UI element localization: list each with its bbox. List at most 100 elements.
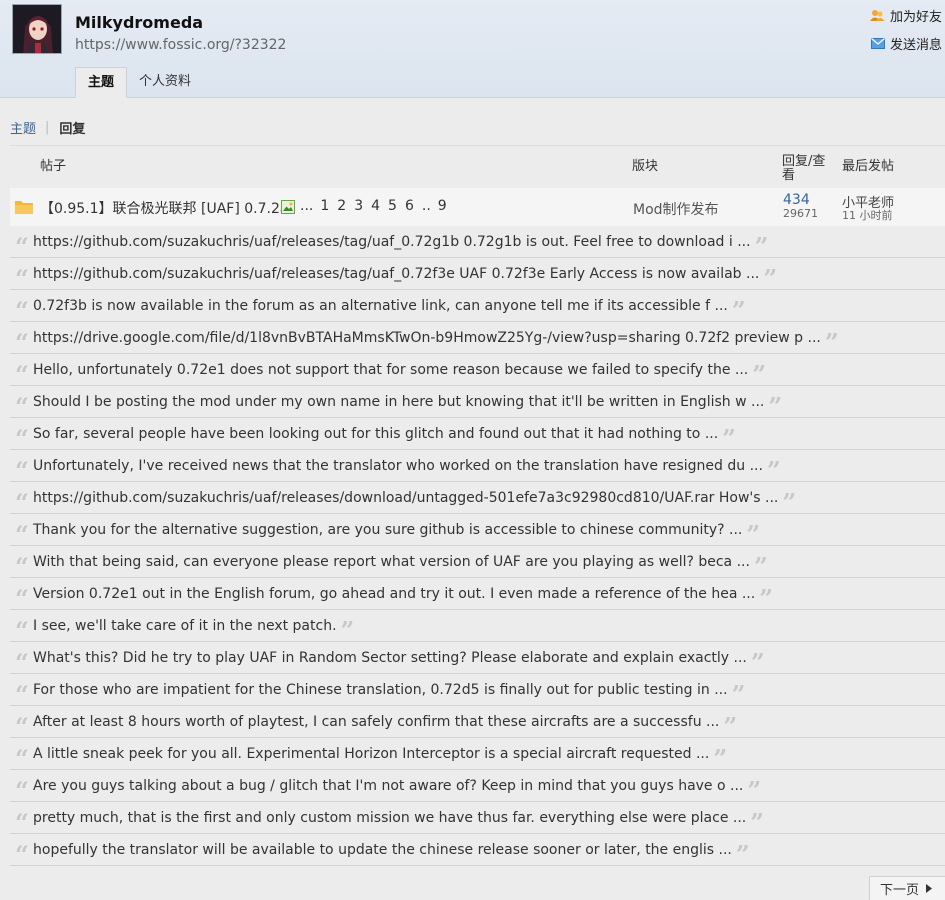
header-stats: 回复/查看 <box>782 154 826 183</box>
reply-link[interactable]: Unfortunately, I've received news that t… <box>33 458 763 474</box>
reply-link[interactable]: Are you guys talking about a bug / glitc… <box>33 778 743 794</box>
page-link-6[interactable]: 6 <box>405 198 414 214</box>
send-message-link[interactable]: 发送消息 <box>870 34 942 53</box>
close-quote-icon: ” <box>723 711 738 738</box>
subnav-topics-link[interactable]: 主题 <box>10 118 36 137</box>
reply-item: “0.72f3b is now available in the forum a… <box>10 290 945 322</box>
reply-list: “https://github.com/suzakuchris/uaf/rele… <box>10 226 945 866</box>
reply-item: “Unfortunately, I've received news that … <box>10 450 945 482</box>
reply-link[interactable]: https://github.com/suzakuchris/uaf/relea… <box>33 234 751 250</box>
open-quote-icon: “ <box>15 647 29 674</box>
page-ellipsis: ... <box>300 198 314 214</box>
open-quote-icon: “ <box>15 519 29 546</box>
reply-link[interactable]: https://drive.google.com/file/d/1l8vnBvB… <box>33 330 821 346</box>
open-quote-icon: “ <box>15 775 29 802</box>
close-quote-icon: ” <box>340 615 355 642</box>
next-page-button[interactable]: 下一页 <box>869 876 945 900</box>
open-quote-icon: “ <box>15 583 29 610</box>
folder-icon <box>15 201 33 214</box>
close-quote-icon: ” <box>824 327 839 354</box>
send-message-label: 发送消息 <box>889 38 942 53</box>
open-quote-icon: “ <box>15 327 29 354</box>
reply-item: “For those who are impatient for the Chi… <box>10 674 945 706</box>
subnav-replies-link[interactable]: 回复 <box>59 118 85 137</box>
reply-link[interactable]: Version 0.72e1 out in the English forum,… <box>33 586 755 602</box>
page-link-4[interactable]: 4 <box>371 198 380 214</box>
add-friend-link[interactable]: 加为好友 <box>869 6 942 25</box>
open-quote-icon: “ <box>15 807 29 834</box>
open-quote-icon: “ <box>15 391 29 418</box>
reply-link[interactable]: https://github.com/suzakuchris/uaf/relea… <box>33 490 778 506</box>
reply-link[interactable]: pretty much, that is the first and only … <box>33 810 746 826</box>
reply-item: “A little sneak peek for you all. Experi… <box>10 738 945 770</box>
tab-topics[interactable]: 主题 <box>75 67 128 98</box>
avatar-image <box>13 5 61 53</box>
thread-forum-link[interactable]: Mod制作发布 <box>633 199 719 219</box>
page-link-2[interactable]: 2 <box>337 198 346 214</box>
thread-title-link[interactable]: 【0.95.1】联合极光联邦 [UAF] 0.7.2a <box>40 198 288 218</box>
open-quote-icon: “ <box>15 615 29 642</box>
open-quote-icon: “ <box>15 711 29 738</box>
page-link-3[interactable]: 3 <box>354 198 363 214</box>
close-quote-icon: ” <box>754 231 769 258</box>
add-friend-label: 加为好友 <box>889 10 942 25</box>
image-attachment-icon <box>281 200 295 214</box>
close-quote-icon: ” <box>750 647 765 674</box>
header-last-post: 最后发帖 <box>842 159 895 174</box>
tab-profile[interactable]: 个人资料 <box>127 67 203 98</box>
reply-link[interactable]: So far, several people have been looking… <box>33 426 718 442</box>
page-ellipsis: .. <box>421 198 431 214</box>
close-quote-icon: ” <box>752 359 767 386</box>
reply-item: “Version 0.72e1 out in the English forum… <box>10 578 945 610</box>
reply-item: “Hello, unfortunately 0.72e1 does not su… <box>10 354 945 386</box>
reply-link[interactable]: hopefully the translator will be availab… <box>33 842 732 858</box>
page-link-1[interactable]: 1 <box>320 198 329 214</box>
close-quote-icon: ” <box>782 487 797 514</box>
open-quote-icon: “ <box>15 423 29 450</box>
header-post: 帖子 <box>40 159 67 174</box>
open-quote-icon: “ <box>15 263 29 290</box>
reply-link[interactable]: Should I be posting the mod under my own… <box>33 394 764 410</box>
reply-link[interactable]: 0.72f3b is now available in the forum as… <box>33 298 728 314</box>
close-quote-icon: ” <box>722 423 736 450</box>
reply-link[interactable]: I see, we'll take care of it in the next… <box>33 618 337 634</box>
open-quote-icon: “ <box>15 455 29 482</box>
open-quote-icon: “ <box>15 743 29 770</box>
reply-item: “https://drive.google.com/file/d/1l8vnBv… <box>10 322 945 354</box>
reply-item: “hopefully the translator will be availa… <box>10 834 945 866</box>
reply-item: “What's this? Did he try to play UAF in … <box>10 642 945 674</box>
reply-item: “Should I be posting the mod under my ow… <box>10 386 945 418</box>
reply-link[interactable]: After at least 8 hours worth of playtest… <box>33 714 719 730</box>
chevron-right-icon <box>926 884 933 893</box>
reply-link[interactable]: Hello, unfortunately 0.72e1 does not sup… <box>33 362 748 378</box>
thread-reply-count[interactable]: 434 <box>783 192 810 208</box>
avatar[interactable] <box>12 4 62 54</box>
profile-url[interactable]: https://www.fossic.org/?32322 <box>75 37 286 53</box>
reply-link[interactable]: For those who are impatient for the Chin… <box>33 682 728 698</box>
reply-link[interactable]: With that being said, can everyone pleas… <box>33 554 750 570</box>
close-quote-icon: ” <box>731 295 746 322</box>
reply-item: “After at least 8 hours worth of playtes… <box>10 706 945 738</box>
thread-pagination: ... 1 2 3 4 5 6 .. 9 <box>300 198 455 214</box>
reply-item: “https://github.com/suzakuchris/uaf/rele… <box>10 482 945 514</box>
open-quote-icon: “ <box>15 487 29 514</box>
reply-item: “I see, we'll take care of it in the nex… <box>10 610 945 642</box>
reply-link[interactable]: What's this? Did he try to play UAF in R… <box>33 650 747 666</box>
close-quote-icon: ” <box>750 807 765 834</box>
page-link-9[interactable]: 9 <box>438 198 447 214</box>
header-forum: 版块 <box>632 159 659 174</box>
open-quote-icon: “ <box>15 679 29 706</box>
reply-item: “https://github.com/suzakuchris/uaf/rele… <box>10 258 945 290</box>
page-link-5[interactable]: 5 <box>388 198 397 214</box>
close-quote-icon: ” <box>766 455 781 482</box>
reply-item: “So far, several people have been lookin… <box>10 418 945 450</box>
reply-item: “pretty much, that is the first and only… <box>10 802 945 834</box>
reply-link[interactable]: A little sneak peek for you all. Experim… <box>33 746 709 762</box>
thread-view-count: 29671 <box>783 207 818 220</box>
open-quote-icon: “ <box>15 839 29 866</box>
close-quote-icon: ” <box>746 519 761 546</box>
reply-link[interactable]: Thank you for the alternative suggestion… <box>33 522 742 538</box>
table-header: 帖子 版块 回复/查看 最后发帖 <box>10 145 945 188</box>
close-quote-icon: ” <box>763 263 778 290</box>
reply-link[interactable]: https://github.com/suzakuchris/uaf/relea… <box>33 266 759 282</box>
